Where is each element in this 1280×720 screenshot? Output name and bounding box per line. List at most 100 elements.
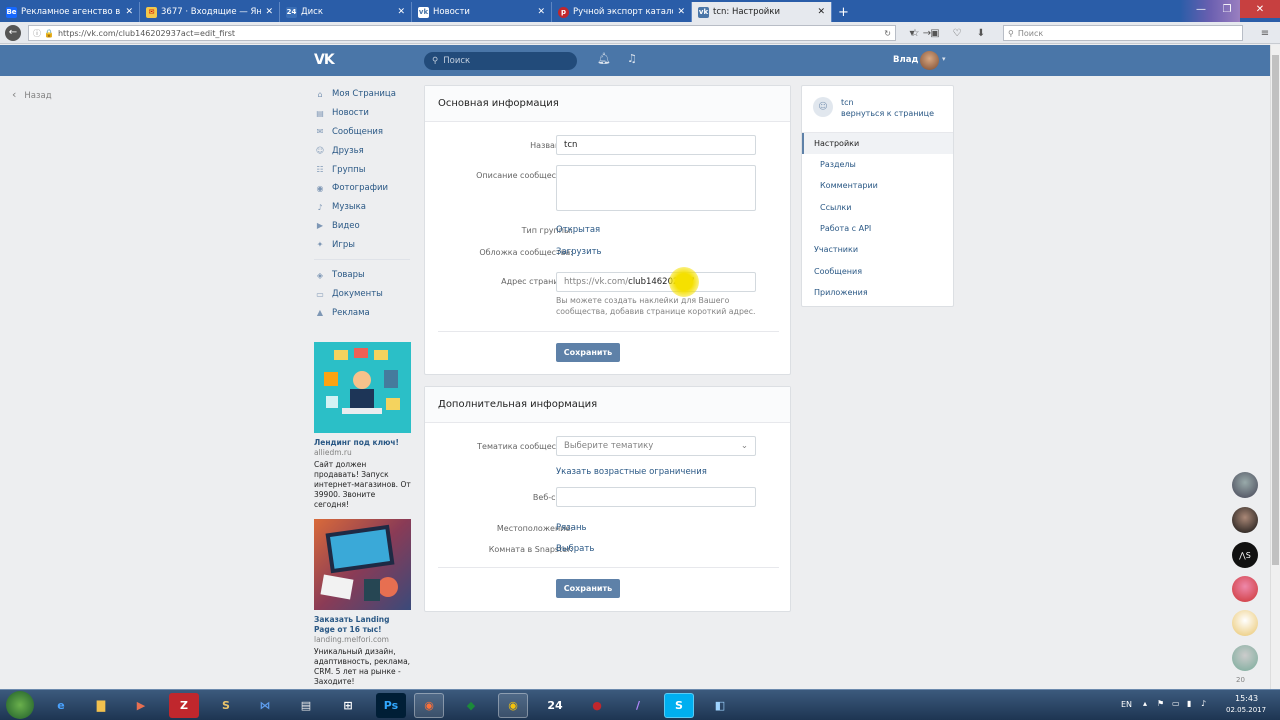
monitor-icon[interactable]: ▭ xyxy=(1172,699,1180,708)
browser-search-input[interactable]: ⚲ Поиск xyxy=(1003,25,1243,41)
close-window-icon[interactable]: ✕ xyxy=(1240,0,1280,18)
close-icon[interactable]: ✕ xyxy=(397,7,405,17)
close-icon[interactable]: ✕ xyxy=(537,7,545,17)
sublime-icon[interactable]: S xyxy=(211,693,241,718)
chat-avatar[interactable] xyxy=(1232,645,1258,671)
topic-select[interactable]: Выберите тематику ⌄ xyxy=(556,436,756,456)
ad-title[interactable]: Заказать Landing Page от 16 тыс! xyxy=(314,615,411,635)
pocket-icon[interactable]: ♡ xyxy=(950,26,964,40)
ad-image[interactable] xyxy=(314,519,411,610)
clock-date[interactable]: 02.05.2017 xyxy=(1226,706,1266,714)
chat-avatar[interactable] xyxy=(1232,472,1258,498)
photoshop-icon[interactable]: Ps xyxy=(376,693,406,718)
firefox-icon[interactable]: ◉ xyxy=(414,693,444,718)
nav-sections[interactable]: Разделы xyxy=(820,160,856,169)
website-input[interactable] xyxy=(556,487,756,507)
filezilla-icon[interactable]: Z xyxy=(169,693,199,718)
vk-logo[interactable]: VK xyxy=(314,52,335,68)
folder-icon[interactable]: ▇ xyxy=(86,693,116,718)
chat-avatar[interactable]: ⋀S xyxy=(1232,542,1258,568)
ad-title[interactable]: Лендинг под ключ! xyxy=(314,438,411,448)
feather-icon[interactable]: / xyxy=(623,693,653,718)
skype-icon[interactable]: S xyxy=(664,693,694,718)
cover-upload-link[interactable]: Загрузить xyxy=(556,247,602,257)
ad-image[interactable] xyxy=(314,342,411,433)
vk-search-input[interactable]: ⚲ Поиск xyxy=(424,52,577,70)
nav-settings[interactable]: Настройки xyxy=(814,139,859,148)
language-indicator[interactable]: EN xyxy=(1121,700,1132,709)
avatar[interactable] xyxy=(920,51,939,70)
network-signal-icon[interactable]: ▮ xyxy=(1187,699,1191,708)
browser-tab[interactable]: p Ручной экспорт каталогов ✕ xyxy=(552,2,692,22)
nav-api[interactable]: Работа с API xyxy=(820,224,871,233)
menu-item-photos[interactable]: ◉ Фотографии xyxy=(314,179,414,198)
save-button[interactable]: Сохранить xyxy=(556,579,620,598)
browser-tab[interactable]: Be Рекламное агенство в Тамб ✕ xyxy=(0,2,140,22)
menu-item-music[interactable]: ♪ Музыка xyxy=(314,198,414,217)
user-name[interactable]: Влад xyxy=(893,55,918,65)
clock-time[interactable]: 15:43 xyxy=(1235,694,1258,703)
browser-tab[interactable]: vk Новости ✕ xyxy=(412,2,552,22)
nav-links[interactable]: Ссылки xyxy=(820,203,851,212)
close-icon[interactable]: ✕ xyxy=(125,7,133,17)
scrollbar-thumb[interactable] xyxy=(1272,55,1279,565)
start-button-icon[interactable] xyxy=(6,691,34,719)
back-to-page-link[interactable]: вернуться к странице xyxy=(841,109,934,118)
app-icon[interactable]: ● xyxy=(582,693,612,718)
nav-comments[interactable]: Комментарии xyxy=(820,181,878,190)
menu-item-my-page[interactable]: ⌂ Моя Страница xyxy=(314,85,414,104)
chat-avatar[interactable] xyxy=(1232,576,1258,602)
menu-icon[interactable]: ≡ xyxy=(1258,26,1272,40)
chat-count[interactable]: 20 xyxy=(1236,676,1245,684)
volume-icon[interactable]: ♪ xyxy=(1201,699,1206,708)
menu-item-ads[interactable]: ▲ Реклама xyxy=(314,304,414,323)
music-note-icon[interactable]: ♫ xyxy=(627,52,637,65)
group-type-link[interactable]: Открытая xyxy=(556,225,600,235)
description-textarea[interactable] xyxy=(556,165,756,211)
clipboard-icon[interactable]: ▣ xyxy=(928,26,942,40)
window-icon[interactable]: ◧ xyxy=(705,693,735,718)
close-icon[interactable]: ✕ xyxy=(817,7,825,17)
snapster-link[interactable]: Выбрать xyxy=(556,544,594,554)
menu-item-messages[interactable]: ✉ Сообщения xyxy=(314,123,414,142)
minimize-icon[interactable]: — xyxy=(1188,0,1214,18)
back-arrow-icon[interactable]: ← xyxy=(5,24,21,41)
chrome-icon[interactable]: ◉ xyxy=(498,693,528,718)
menu-item-friends[interactable]: ☺ Друзья xyxy=(314,141,414,160)
tray-arrow-icon[interactable]: ▴ xyxy=(1143,699,1147,708)
url-field[interactable]: ⓘ 🔒 https://vk.com/club146202937act=edit… xyxy=(28,25,896,41)
menu-item-games[interactable]: ✦ Игры xyxy=(314,235,414,254)
nav-messages[interactable]: Сообщения xyxy=(814,267,862,276)
chat-avatar[interactable] xyxy=(1232,507,1258,533)
save-button[interactable]: Сохранить xyxy=(556,343,620,362)
nav-members[interactable]: Участники xyxy=(814,245,858,254)
close-icon[interactable]: ✕ xyxy=(677,7,685,17)
close-icon[interactable]: ✕ xyxy=(265,7,273,17)
browser-tab[interactable]: ✉ 3677 · Входящие — Яндекс.П✕ xyxy=(140,2,280,22)
ie-icon[interactable]: e xyxy=(46,693,76,718)
group-avatar-icon[interactable]: ☺ xyxy=(813,97,833,117)
ad-block[interactable]: Лендинг под ключ! alliedm.ru Сайт должен… xyxy=(314,342,411,510)
browser-tab[interactable]: 24 Диск ✕ xyxy=(280,2,412,22)
bell-icon[interactable]: 🔔︎ xyxy=(597,52,611,65)
new-tab-button[interactable]: + xyxy=(832,2,855,22)
notepad-icon[interactable]: ▤ xyxy=(291,693,321,718)
menu-item-news[interactable]: ▤ Новости xyxy=(314,104,414,123)
download-icon[interactable]: ⬇ xyxy=(974,26,988,40)
chevron-down-icon[interactable]: ▾ xyxy=(942,55,946,63)
flag-icon[interactable]: ⚑ xyxy=(1157,699,1164,708)
menu-item-docs[interactable]: ▭ Документы xyxy=(314,285,414,304)
name-input[interactable]: tcn xyxy=(556,135,756,155)
chat-avatar[interactable] xyxy=(1232,610,1258,636)
evernote-icon[interactable]: ◆ xyxy=(456,693,486,718)
star-icon[interactable]: ☆ xyxy=(908,26,922,40)
yandex-disk-icon[interactable]: 24 xyxy=(540,693,570,718)
reload-icon[interactable]: ↻ xyxy=(884,29,891,38)
address-input[interactable]: https://vk.com/club146202937 xyxy=(556,272,756,292)
location-link[interactable]: Рязань xyxy=(556,523,587,533)
group-name-link[interactable]: tcn xyxy=(841,98,854,107)
menu-item-goods[interactable]: ◈ Товары xyxy=(314,266,414,285)
menu-item-video[interactable]: ▶ Видео xyxy=(314,217,414,236)
nav-apps[interactable]: Приложения xyxy=(814,288,868,297)
network-icon[interactable]: ⊞ xyxy=(333,693,363,718)
